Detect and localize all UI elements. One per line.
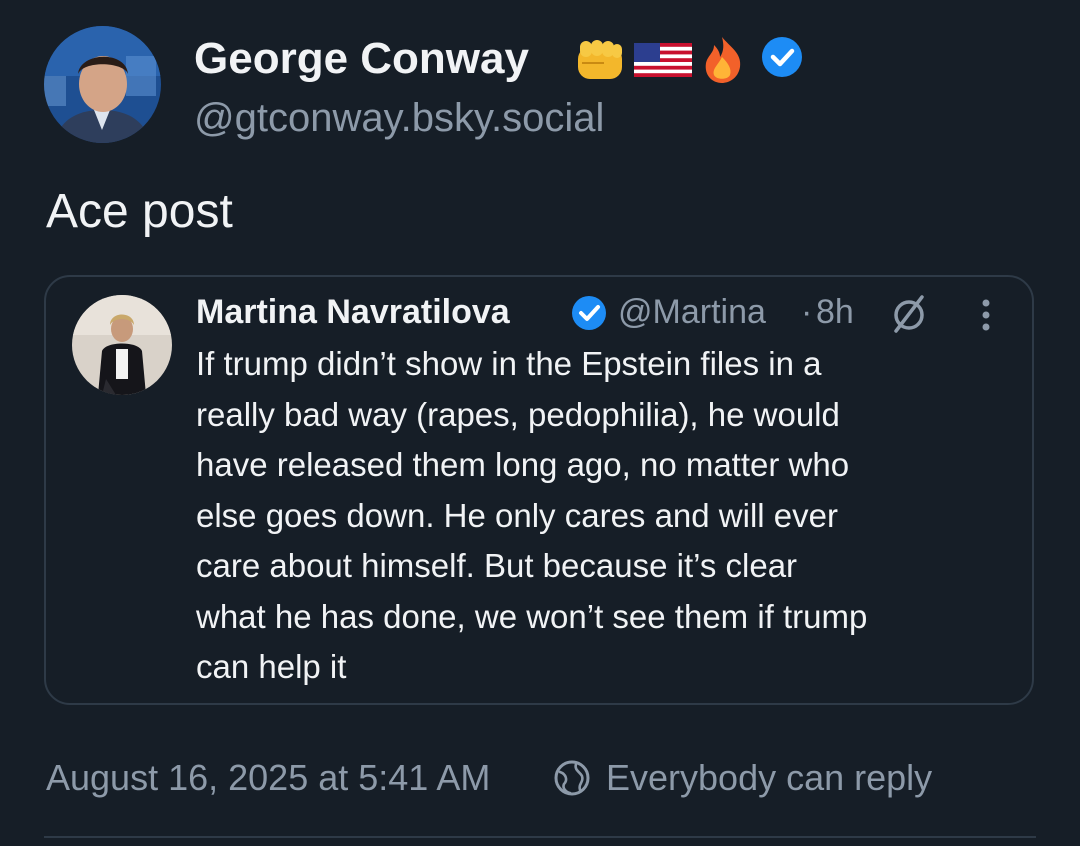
globe-icon (552, 758, 592, 798)
author-handle[interactable]: @gtconway.bsky.social (194, 94, 604, 142)
post-text: Ace post (46, 185, 233, 238)
author-avatar[interactable] (44, 26, 161, 143)
quoted-post-time[interactable]: 8h (816, 291, 854, 333)
quoted-author-name[interactable]: Martina Navratilova (196, 291, 510, 333)
quoted-text-line: have released them long ago, no matter w… (196, 446, 850, 483)
us-flag-emoji-icon (634, 43, 692, 77)
author-name[interactable]: George Conway (194, 33, 529, 85)
quoted-author-avatar[interactable] (72, 295, 172, 395)
verified-badge-icon (571, 295, 607, 331)
meta-separator: · (801, 293, 813, 331)
fire-emoji-icon (705, 37, 741, 83)
quoted-post-card[interactable]: Martina Navratilova @Martina · 8h If tru… (44, 275, 1034, 705)
quoted-text-line: else goes down. He only cares and will e… (196, 496, 839, 534)
author-emoji-badges (572, 33, 808, 85)
reply-setting-label[interactable]: Everybody can reply (606, 756, 932, 800)
quoted-text-line: what he has done, we won’t see them if t… (196, 597, 868, 635)
quoted-text-line: care about himself. But because it’s cle… (196, 547, 798, 584)
quoted-post-text: If trump didn’t show in the Epstein file… (196, 339, 1026, 693)
fist-emoji-icon (578, 40, 622, 79)
more-options-icon[interactable] (976, 295, 996, 335)
verified-badge-icon (762, 37, 802, 77)
divider (44, 836, 1036, 838)
quoted-text-line: If trump didn’t show in the Epstein file… (196, 345, 822, 382)
replies-disabled-icon (889, 293, 929, 333)
quoted-text-line: really bad way (rapes, pedophilia), he w… (196, 395, 840, 433)
quoted-text-line: can help it (196, 648, 347, 685)
post-timestamp[interactable]: August 16, 2025 at 5:41 AM (46, 756, 490, 800)
quoted-author-handle[interactable]: @Martina (618, 291, 766, 333)
